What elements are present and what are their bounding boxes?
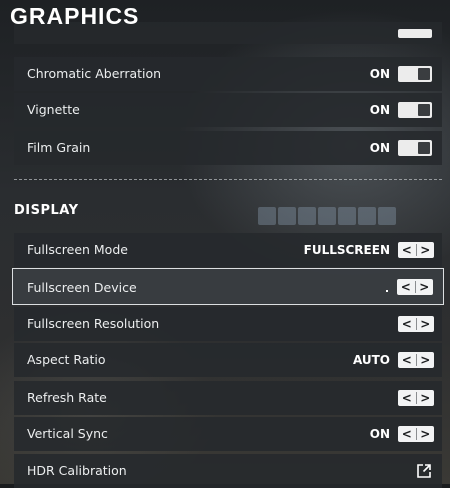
toggle-knob xyxy=(418,104,430,116)
option-stepper: < > xyxy=(397,279,433,295)
next-arrow-button[interactable]: > xyxy=(417,316,435,332)
section-divider xyxy=(14,179,442,180)
background-decoration xyxy=(358,207,376,225)
background-decoration xyxy=(378,207,396,225)
option-stepper: < > xyxy=(398,242,434,258)
setting-label: Aspect Ratio xyxy=(27,352,106,367)
setting-row-vignette[interactable]: Vignette ON xyxy=(14,93,442,127)
prev-arrow-button[interactable]: < xyxy=(398,242,416,258)
background-decoration xyxy=(278,207,296,225)
toggle-switch[interactable] xyxy=(398,140,432,156)
setting-row-fullscreen-mode[interactable]: Fullscreen Mode FULLSCREEN < > xyxy=(14,233,442,267)
option-stepper: < > xyxy=(398,352,434,368)
setting-label: Fullscreen Mode xyxy=(27,242,128,257)
background-decoration xyxy=(338,207,356,225)
option-stepper: < > xyxy=(398,316,434,332)
section-title-display: DISPLAY xyxy=(14,203,79,218)
prev-arrow-button[interactable]: < xyxy=(397,279,415,295)
prev-arrow-button[interactable]: < xyxy=(398,426,416,442)
option-stepper: < > xyxy=(398,390,434,406)
loading-dot xyxy=(386,290,388,292)
setting-row-fullscreen-resolution[interactable]: Fullscreen Resolution < > xyxy=(14,307,442,341)
setting-label: Fullscreen Resolution xyxy=(27,316,160,331)
option-stepper: < > xyxy=(398,426,434,442)
setting-label: HDR Calibration xyxy=(27,463,127,478)
setting-row-aspect-ratio[interactable]: Aspect Ratio AUTO < > xyxy=(14,343,442,377)
setting-value: FULLSCREEN xyxy=(303,243,390,257)
toggle-switch[interactable] xyxy=(398,29,432,38)
setting-row-chromatic-aberration[interactable]: Chromatic Aberration ON xyxy=(14,57,442,91)
setting-row-film-grain[interactable]: Film Grain ON xyxy=(14,131,442,165)
setting-value: ON xyxy=(369,141,390,155)
setting-row-refresh-rate[interactable]: Refresh Rate < > xyxy=(14,381,442,415)
setting-label: Vignette xyxy=(27,102,80,117)
toggle-switch[interactable] xyxy=(398,66,432,82)
background-decoration xyxy=(298,207,316,225)
toggle-knob xyxy=(418,142,430,154)
next-arrow-button[interactable]: > xyxy=(417,242,435,258)
setting-label: Vertical Sync xyxy=(27,426,108,441)
background-decoration xyxy=(318,207,336,225)
setting-row-hdr-calibration[interactable]: HDR Calibration xyxy=(14,454,442,488)
toggle-knob xyxy=(418,68,430,80)
prev-arrow-button[interactable]: < xyxy=(398,316,416,332)
toggle-switch[interactable] xyxy=(398,102,432,118)
external-link-icon[interactable] xyxy=(416,463,432,479)
setting-value: ON xyxy=(369,103,390,117)
setting-label: Film Grain xyxy=(27,140,91,155)
prev-arrow-button[interactable]: < xyxy=(398,352,416,368)
next-arrow-button[interactable]: > xyxy=(416,279,434,295)
setting-label: Chromatic Aberration xyxy=(27,66,162,81)
next-arrow-button[interactable]: > xyxy=(417,426,435,442)
setting-value: ON xyxy=(369,427,390,441)
setting-value: AUTO xyxy=(352,353,390,367)
background-decoration xyxy=(258,207,276,225)
prev-arrow-button[interactable]: < xyxy=(398,390,416,406)
setting-label: Refresh Rate xyxy=(27,390,107,405)
page-title: GRAPHICS xyxy=(10,3,140,29)
next-arrow-button[interactable]: > xyxy=(417,352,435,368)
setting-row-vertical-sync[interactable]: Vertical Sync ON < > xyxy=(14,417,442,451)
setting-row-fullscreen-device[interactable]: Fullscreen Device < > xyxy=(12,268,444,305)
setting-value: ON xyxy=(369,67,390,81)
setting-label: Fullscreen Device xyxy=(27,280,137,295)
next-arrow-button[interactable]: > xyxy=(417,390,435,406)
